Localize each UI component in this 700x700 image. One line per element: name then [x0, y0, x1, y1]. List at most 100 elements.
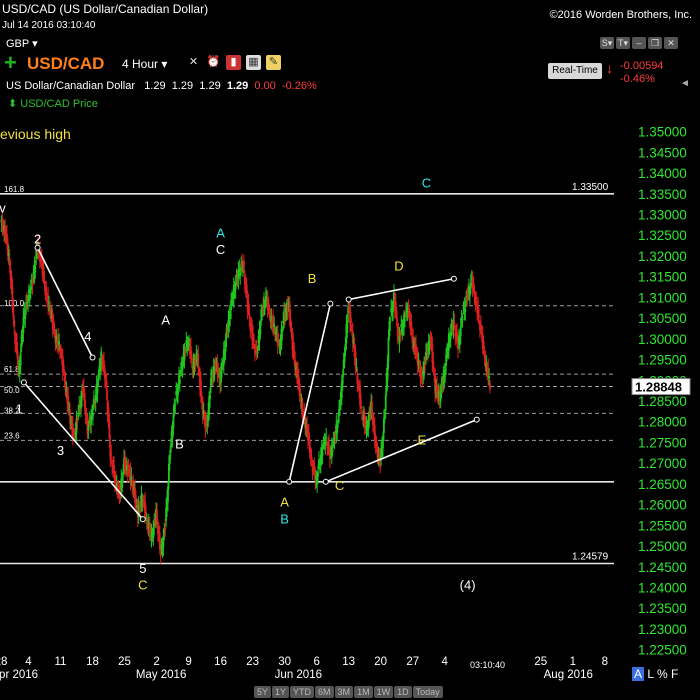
candle-body: [96, 386, 99, 394]
scale-option-f[interactable]: F: [671, 667, 678, 681]
x-tick-label: 20: [374, 656, 387, 668]
candle-body: [156, 509, 158, 521]
wave-label: B: [308, 271, 317, 286]
x-tick-label: 25: [534, 656, 547, 668]
x-tick-label: 18: [86, 656, 99, 668]
chart-title: USD/CAD (US Dollar/Canadian Dollar): [2, 2, 209, 16]
interval-select[interactable]: 4 Hour ▾: [122, 57, 167, 71]
y-tick-label: 1.31500: [638, 270, 687, 285]
note-icon[interactable]: ✎: [266, 55, 281, 70]
x-tick-label: 4: [442, 656, 449, 668]
trendline-handle: [89, 354, 96, 361]
wave-label: C: [138, 578, 147, 593]
price-chart[interactable]: 1.335001.24579161.8100.061.850.038.223.6…: [0, 113, 700, 686]
range-button[interactable]: 1D: [394, 686, 412, 698]
snap-icon[interactable]: S▾: [600, 37, 614, 49]
y-tick-label: 1.26000: [638, 498, 687, 513]
y-tick-label: 1.25000: [638, 539, 687, 554]
candle-body: [331, 449, 334, 452]
y-tick-label: 1.28500: [638, 394, 687, 409]
candle-body: [13, 320, 16, 328]
symbol-name[interactable]: USD/CAD: [27, 54, 104, 74]
candle-body: [325, 436, 328, 438]
candle-body: [317, 472, 319, 477]
plot-background: [0, 113, 700, 686]
x-tick-label: 8: [602, 656, 608, 668]
candle-body: [177, 388, 179, 396]
wave-label: A: [216, 225, 225, 240]
candle-body: [384, 395, 387, 411]
month-label: Apr 2016: [0, 669, 38, 681]
candle-body: [48, 302, 50, 304]
wave-label: A: [280, 495, 289, 510]
y-tick-label: 1.24500: [638, 560, 687, 575]
range-button[interactable]: 1M: [354, 686, 373, 698]
candle-body: [453, 322, 456, 326]
x-tick-label: 25: [118, 656, 131, 668]
range-button[interactable]: 1W: [373, 686, 394, 698]
add-symbol-icon[interactable]: +: [4, 52, 17, 74]
candle-body: [243, 260, 245, 268]
trendline-handle: [20, 379, 27, 386]
tools-icon[interactable]: ✕: [186, 55, 201, 70]
y-tick-label: 1.26500: [638, 477, 687, 492]
fib-label: 50.0: [4, 386, 20, 395]
calculator-icon[interactable]: ▦: [246, 55, 261, 70]
fib-label: 161.8: [4, 185, 25, 194]
candle-body: [395, 311, 398, 320]
close-icon[interactable]: ✕: [664, 37, 678, 49]
candle-body: [45, 287, 48, 293]
x-tick-label: 4: [25, 656, 32, 668]
chart-type-icon[interactable]: ▮: [226, 55, 241, 70]
alert-icon[interactable]: ⏰: [206, 55, 221, 70]
candle-body: [113, 464, 115, 470]
minimize-icon[interactable]: –: [632, 37, 646, 49]
wave-label: B: [175, 437, 184, 452]
level-label: 1.24579: [572, 551, 609, 562]
wave-label: A: [161, 312, 170, 327]
month-label: May 2016: [136, 669, 187, 681]
fib-label: 100.0: [4, 299, 25, 308]
x-tick-label: 27: [406, 656, 419, 668]
x-tick-label: 1: [570, 656, 576, 668]
range-button[interactable]: 5Y: [254, 686, 272, 698]
text-icon[interactable]: T▾: [616, 37, 630, 49]
candle-body: [461, 318, 464, 320]
candle-body: [392, 304, 394, 313]
candle-body: [105, 382, 108, 392]
x-tick-label: 2: [153, 656, 159, 668]
candle-body: [145, 511, 147, 514]
range-button[interactable]: YTD: [290, 686, 315, 698]
range-button[interactable]: 3M: [334, 686, 354, 698]
range-button[interactable]: 6M: [315, 686, 334, 698]
trendline-handle: [345, 296, 352, 303]
candle-body: [475, 296, 478, 301]
range-button[interactable]: 1Y: [272, 686, 290, 698]
candle-body: [310, 457, 313, 460]
restore-icon[interactable]: ❐: [648, 37, 662, 49]
scroll-arrow-icon[interactable]: ◄: [680, 78, 694, 90]
y-tick-label: 1.27000: [638, 456, 687, 471]
scale-option-pct[interactable]: %: [657, 667, 668, 681]
y-tick-label: 1.32500: [638, 228, 687, 243]
range-button[interactable]: Today: [412, 686, 443, 698]
candle-body: [459, 326, 462, 336]
month-label: Jun 2016: [275, 669, 322, 681]
candle-body: [58, 340, 60, 346]
scale-option-a[interactable]: A: [632, 667, 645, 681]
y-tick-label: 1.27500: [638, 435, 687, 450]
wave-label: D: [394, 258, 403, 273]
scale-option-l[interactable]: L: [647, 667, 653, 681]
candle-body: [404, 320, 406, 322]
y-tick-label: 1.33000: [638, 208, 687, 223]
wave-label: 2: [34, 232, 41, 247]
y-tick-label: 1.23000: [638, 622, 687, 637]
candle-body: [256, 352, 259, 354]
currency-select[interactable]: GBP ▾: [6, 37, 38, 50]
y-tick-label: 1.25500: [638, 518, 687, 533]
candle-body: [371, 402, 373, 414]
study-label[interactable]: ⬍ USD/CAD Price: [8, 97, 98, 110]
candle-body: [259, 326, 262, 335]
realtime-button[interactable]: Real-Time: [548, 63, 602, 79]
candle-body: [190, 355, 193, 359]
